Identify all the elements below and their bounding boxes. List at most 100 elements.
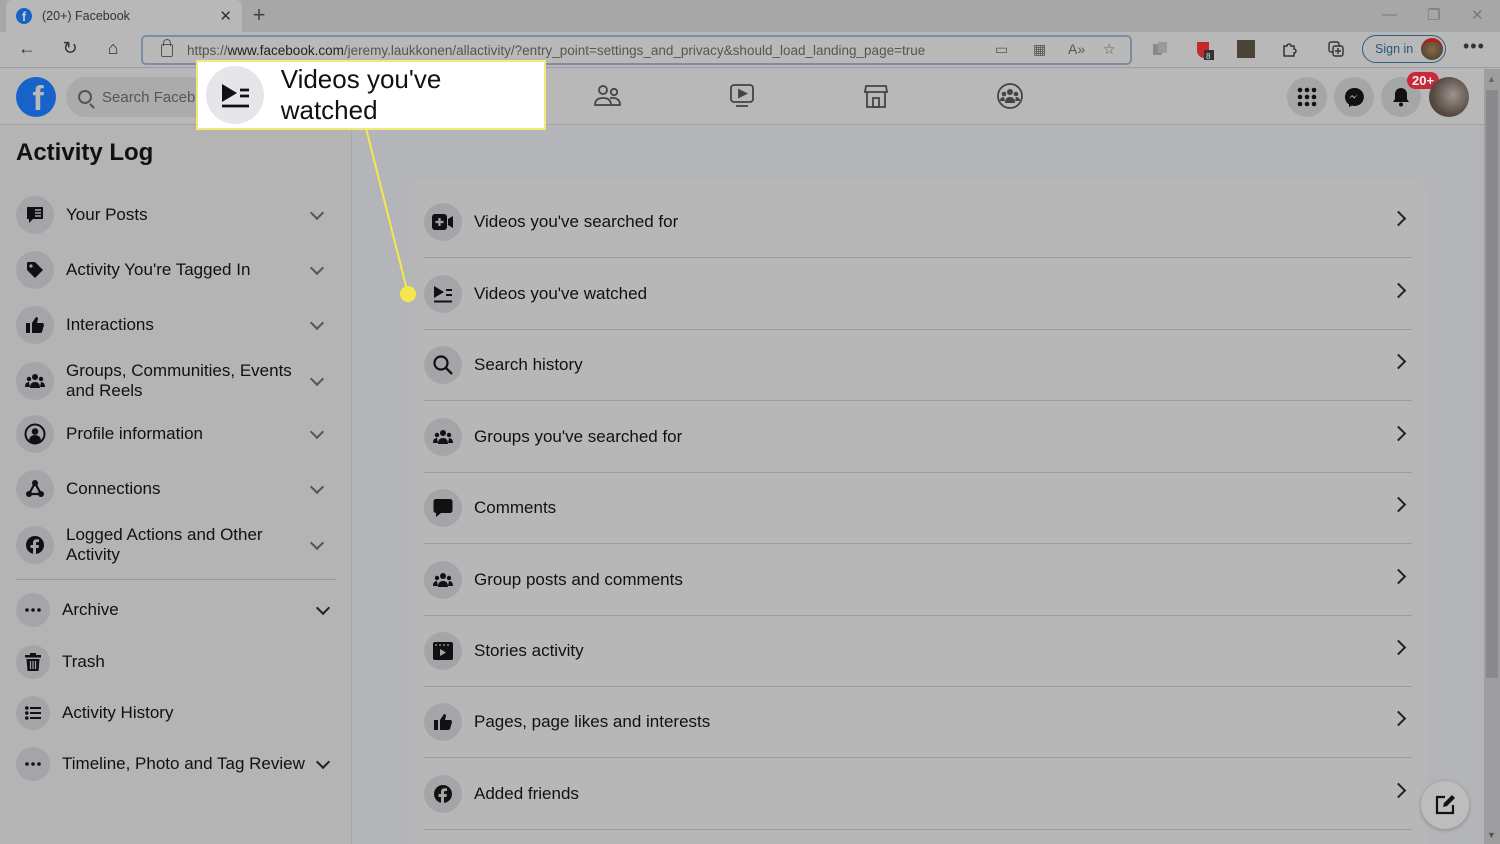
new-tab-button[interactable]: + [248,4,270,26]
profile-avatar[interactable] [1429,77,1469,117]
close-window-button[interactable]: ✕ [1471,6,1484,24]
compose-icon [1435,795,1455,815]
chevron-down-icon[interactable] [315,600,331,615]
sidebar-item-your-posts[interactable]: Your Posts [16,196,336,234]
tab-title: (20+) Facebook [42,9,130,23]
sidebar-item-groups[interactable]: Groups, Communities, Events and Reels [16,361,336,401]
search-icon [424,346,462,384]
scroll-down-arrow-icon[interactable]: ▼ [1487,830,1496,840]
list-item-videos-watched[interactable]: Videos you've watched [424,259,1412,330]
facebook-icon [424,775,462,813]
facebook-logo-icon[interactable]: f [16,77,56,117]
tag-icon [16,251,54,289]
grid-menu-icon [1297,87,1317,107]
list-item-comments[interactable]: Comments [424,473,1412,544]
sidebar-item-tagged-in[interactable]: Activity You're Tagged In [16,251,336,289]
groups-icon [424,418,462,456]
sidebar-item-timeline-review[interactable]: Timeline, Photo and Tag Review [16,747,336,781]
messenger-button[interactable] [1334,77,1374,117]
close-tab-icon[interactable]: ✕ [219,7,232,25]
collections-extension-icon[interactable] [1151,40,1169,58]
video-watched-icon [424,275,462,313]
browser-tab-strip: f (20+) Facebook ✕ + — ❐ ✕ [0,0,1500,32]
refresh-button[interactable]: ↻ [57,38,83,59]
restore-button[interactable]: ❐ [1427,6,1440,24]
url-text: https://www.facebook.com/jeremy.laukkone… [187,42,926,58]
list-item-group-posts[interactable]: Group posts and comments [424,545,1412,616]
list-item-pages-likes[interactable]: Pages, page likes and interests [424,687,1412,758]
chevron-right-icon[interactable] [1390,496,1407,512]
video-watched-icon [206,66,264,124]
chevron-right-icon[interactable] [1390,782,1407,798]
image-extension-icon[interactable] [1237,40,1255,58]
facebook-icon [16,526,54,564]
chevron-down-icon[interactable] [309,260,325,275]
sidebar-item-archive[interactable]: Archive [16,593,336,627]
chevron-down-icon[interactable] [315,754,331,769]
security-extension-icon[interactable]: 8 [1195,40,1214,61]
sidebar-item-trash[interactable]: Trash [16,645,336,679]
browser-tab[interactable]: f (20+) Facebook ✕ [6,0,242,32]
chevron-down-icon[interactable] [309,424,325,439]
more-dots-icon [16,593,50,627]
list-item-videos-searched[interactable]: Videos you've searched for [424,187,1412,258]
extensions-icon[interactable] [1280,40,1298,58]
collections-icon[interactable] [1327,40,1345,58]
chevron-down-icon[interactable] [309,371,325,386]
scrollbar-thumb[interactable] [1486,90,1498,678]
profile-icon [16,415,54,453]
chevron-right-icon[interactable] [1390,639,1407,655]
thumbs-up-icon [424,703,462,741]
read-aloud-icon[interactable]: A» [1068,41,1085,57]
list-item-added-friends[interactable]: Added friends [424,759,1412,830]
sign-in-button[interactable]: Sign in [1362,35,1446,63]
connections-icon [16,470,54,508]
apps-icon[interactable]: ▦ [1033,41,1046,58]
chevron-right-icon[interactable] [1390,210,1407,226]
chevron-right-icon[interactable] [1390,568,1407,584]
chevron-right-icon[interactable] [1390,282,1407,298]
chevron-down-icon[interactable] [309,535,325,550]
list-item-groups-searched[interactable]: Groups you've searched for [424,402,1412,473]
groups-nav-icon[interactable] [995,81,1025,111]
annotation-callout: Videos you've watched [196,60,546,130]
comment-icon [424,489,462,527]
trash-icon [16,645,50,679]
list-item-stories-activity[interactable]: Stories activity [424,616,1412,687]
lock-icon[interactable] [161,38,173,57]
sidebar-divider [16,579,336,580]
watch-nav-icon[interactable] [727,81,757,111]
chevron-down-icon[interactable] [309,479,325,494]
activity-categories-card: Videos you've searched for Videos you've… [408,181,1426,844]
sign-in-label: Sign in [1375,42,1414,56]
friends-nav-icon[interactable] [593,81,623,111]
chevron-right-icon[interactable] [1390,425,1407,441]
chevron-down-icon[interactable] [309,315,325,330]
add-favorite-icon[interactable]: ☆ [1103,41,1116,58]
scroll-up-arrow-icon[interactable]: ▲ [1487,74,1496,84]
chevron-right-icon[interactable] [1390,710,1407,726]
callout-text: Videos you've watched [280,64,442,125]
activity-log-sidebar: Activity Log Your Posts Activity You're … [0,126,352,844]
posts-icon [16,196,54,234]
menu-button[interactable] [1287,77,1327,117]
back-button[interactable]: ← [14,38,40,59]
sidebar-item-logged-actions[interactable]: Logged Actions and Other Activity [16,525,336,565]
home-button[interactable]: ⌂ [100,38,126,59]
marketplace-nav-icon[interactable] [861,81,891,111]
browser-profile-avatar [1421,38,1443,60]
thumbs-up-icon [16,306,54,344]
list-icon [16,696,50,730]
chevron-down-icon[interactable] [309,205,325,220]
sidebar-item-connections[interactable]: Connections [16,470,336,508]
list-item-search-history[interactable]: Search history [424,330,1412,401]
new-message-button[interactable] [1421,781,1469,829]
chevron-right-icon[interactable] [1390,353,1407,369]
svg-text:8: 8 [1206,52,1211,61]
sidebar-item-profile-information[interactable]: Profile information [16,415,336,453]
sidebar-item-activity-history[interactable]: Activity History [16,696,336,730]
browser-menu-icon[interactable]: ••• [1463,36,1485,57]
sidebar-item-interactions[interactable]: Interactions [16,306,336,344]
minimize-button[interactable]: — [1382,6,1397,23]
device-icon[interactable]: ▭ [995,41,1008,58]
